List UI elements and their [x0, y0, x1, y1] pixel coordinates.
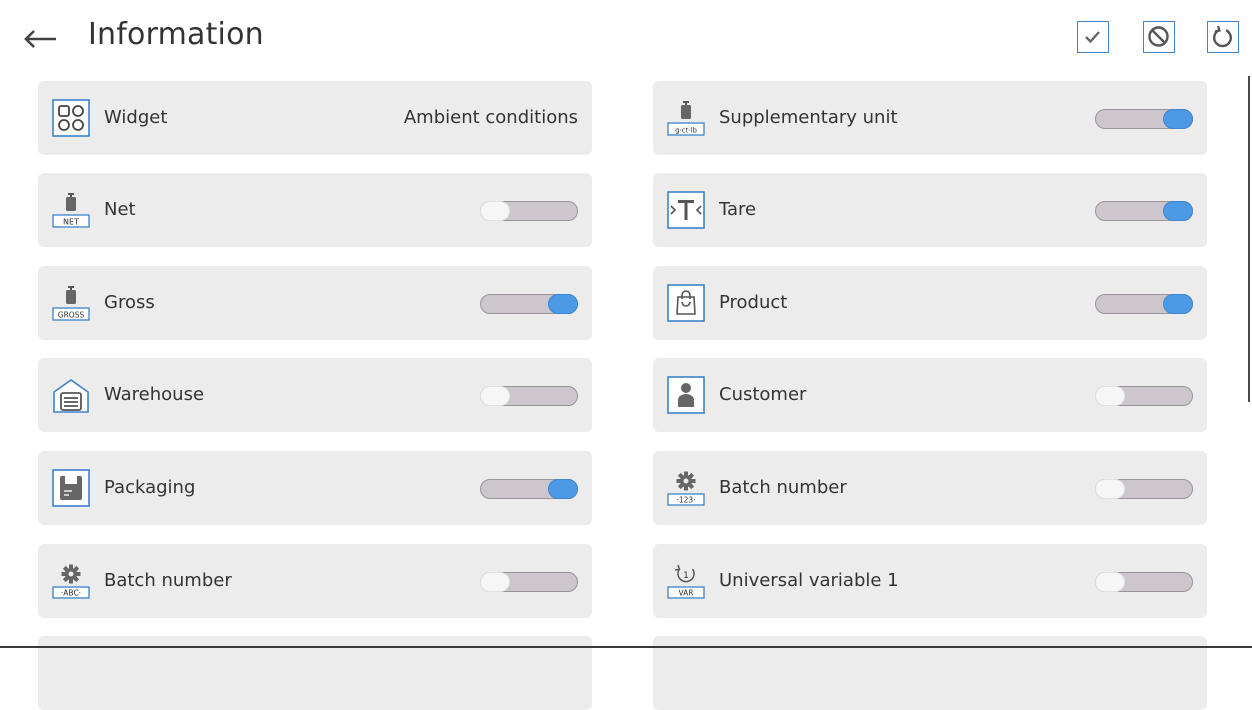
customer-icon: [667, 376, 705, 414]
batch-number-abc-icon: ·ABC·: [52, 564, 90, 599]
product-icon: [667, 284, 705, 322]
tare-tile: Tare: [653, 173, 1207, 247]
batch-number-abc-tile: ·ABC· Batch number: [38, 544, 592, 618]
confirm-button[interactable]: [1077, 21, 1109, 53]
batch-number-abc-toggle[interactable]: [480, 572, 578, 592]
tile-label: Customer: [719, 384, 807, 405]
tile-label: Tare: [719, 199, 757, 220]
universal-variable-tile: 1 VAR Universal variable 1: [653, 544, 1207, 618]
tile-label: Product: [719, 292, 788, 313]
tile-label: Packaging: [104, 477, 196, 498]
universal-variable-icon: 1 VAR: [667, 564, 705, 599]
svg-text:1: 1: [683, 571, 689, 581]
svg-text:g·ct·lb: g·ct·lb: [675, 127, 697, 135]
back-arrow-icon: [24, 30, 56, 48]
tile-label: Universal variable 1: [719, 570, 899, 591]
widget-tile[interactable]: Widget Ambient conditions: [38, 81, 592, 155]
tile-label: Gross: [104, 292, 155, 313]
back-button[interactable]: [20, 20, 60, 56]
scrollbar[interactable]: [1248, 76, 1250, 402]
universal-variable-toggle[interactable]: [1095, 572, 1193, 592]
batch-number-123-toggle[interactable]: [1095, 479, 1193, 499]
cancel-icon: [1148, 26, 1169, 47]
reset-button[interactable]: [1207, 21, 1239, 53]
warehouse-icon: [53, 379, 89, 413]
supplementary-unit-toggle[interactable]: [1095, 109, 1193, 129]
packaging-toggle[interactable]: [480, 479, 578, 499]
packaging-icon: [52, 469, 90, 507]
checkmark-icon: [1085, 31, 1100, 44]
cancel-button[interactable]: [1143, 21, 1175, 53]
tile-label: Batch number: [719, 477, 847, 498]
page-title: Information: [88, 17, 264, 52]
tare-toggle[interactable]: [1095, 201, 1193, 221]
customer-tile: Customer: [653, 358, 1207, 432]
tile-label: Warehouse: [104, 384, 205, 405]
reset-icon: [1213, 25, 1232, 48]
net-tile: NET Net: [38, 173, 592, 247]
net-weight-icon: NET: [52, 193, 90, 228]
batch-number-123-icon: ·123·: [667, 471, 705, 506]
supplementary-unit-icon: g·ct·lb: [667, 101, 705, 136]
product-toggle[interactable]: [1095, 294, 1193, 314]
tile-label: Supplementary unit: [719, 107, 898, 128]
gross-tile: GROSS Gross: [38, 266, 592, 340]
warehouse-tile: Warehouse: [38, 358, 592, 432]
packaging-tile: Packaging: [38, 451, 592, 525]
tile-label: Batch number: [104, 570, 232, 591]
widget-grid-icon: [52, 99, 90, 137]
header-bar: Information: [0, 0, 1252, 78]
supplementary-unit-tile: g·ct·lb Supplementary unit: [653, 81, 1207, 155]
batch-number-123-tile: ·123· Batch number: [653, 451, 1207, 525]
svg-text:·123·: ·123·: [676, 496, 695, 505]
product-tile: Product: [653, 266, 1207, 340]
tile-label: Widget: [104, 107, 168, 128]
svg-text:·ABC·: ·ABC·: [61, 589, 81, 598]
svg-text:VAR: VAR: [679, 589, 694, 598]
net-toggle[interactable]: [480, 201, 578, 221]
tile-label: Net: [104, 199, 136, 220]
svg-text:GROSS: GROSS: [58, 311, 85, 320]
tare-icon: [667, 191, 705, 229]
customer-toggle[interactable]: [1095, 386, 1193, 406]
svg-text:NET: NET: [63, 218, 79, 227]
warehouse-toggle[interactable]: [480, 386, 578, 406]
widget-value: Ambient conditions: [403, 107, 578, 128]
gross-toggle[interactable]: [480, 294, 578, 314]
gross-weight-icon: GROSS: [52, 286, 90, 321]
